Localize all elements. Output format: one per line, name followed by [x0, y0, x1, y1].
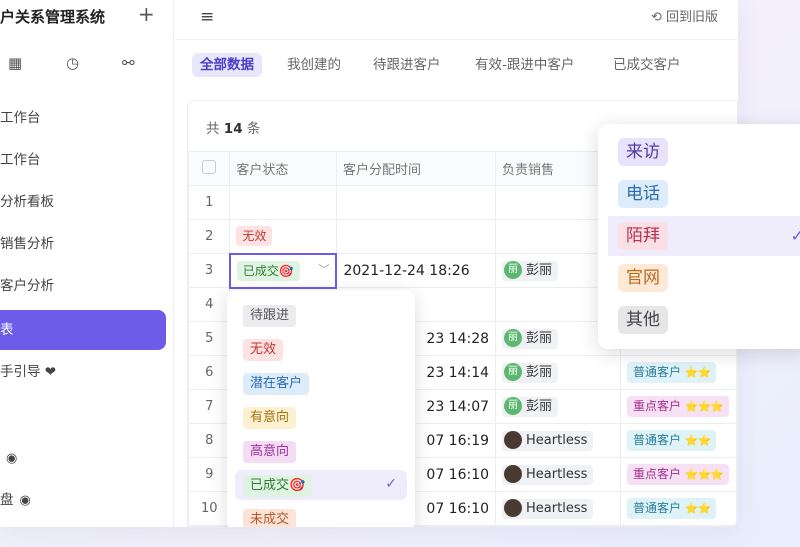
- sales-person: 丽彭丽: [502, 362, 559, 383]
- status-option[interactable]: 潜在客户: [235, 368, 407, 398]
- customer-type-badge: 普通客户 ⭐⭐: [627, 430, 717, 451]
- status-option[interactable]: 无效: [235, 334, 407, 364]
- eye-icon[interactable]: ◉: [6, 439, 17, 479]
- status-dropdown: 待跟进 无效 潜在客户 有意向 高意向 已成交🎯 ✓ 未成交: [227, 290, 415, 527]
- eye-icon[interactable]: ◉: [20, 481, 31, 521]
- status-option[interactable]: 未成交: [235, 504, 407, 527]
- sidebar-item-table[interactable]: 表: [0, 310, 166, 350]
- sidebar-item-guide[interactable]: 手引导 ❤: [0, 352, 166, 392]
- star-icon: ⭐⭐: [684, 366, 711, 379]
- source-option[interactable]: 电话: [608, 174, 800, 214]
- sidebar-item-dashboard[interactable]: 分析看板: [0, 182, 166, 222]
- status-option[interactable]: 有意向: [235, 402, 407, 432]
- avatar: 丽: [504, 329, 523, 347]
- status-badge: 已成交🎯: [236, 260, 300, 281]
- checkbox[interactable]: [202, 159, 217, 174]
- app-title: 户关系管理系统: [0, 8, 106, 26]
- sidebar-item-workbench-2[interactable]: 工作台: [0, 140, 166, 180]
- sidebar-item-sales-analysis[interactable]: 销售分析: [0, 224, 166, 264]
- star-icon: ⭐⭐⭐: [684, 400, 724, 413]
- star-icon: ⭐⭐: [684, 434, 711, 447]
- sidebar: 户关系管理系统 + ▦ ◷ ⚯ 工作台 工作台 分析看板 销售分析 客户分析 表…: [0, 0, 174, 527]
- column-header-status[interactable]: 客户状态: [229, 151, 337, 186]
- star-icon: ⭐⭐: [684, 502, 711, 515]
- chevron-down-icon[interactable]: ﹀: [318, 261, 329, 277]
- select-all-checkbox-cell[interactable]: [188, 151, 231, 186]
- sales-person: Heartless: [502, 498, 594, 519]
- sales-person: 丽彭丽: [502, 396, 559, 417]
- sales-person: Heartless: [502, 430, 594, 451]
- avatar: 丽: [504, 397, 523, 415]
- check-icon: ✓: [385, 476, 397, 492]
- back-to-old-version-button[interactable]: ⟲ 回到旧版: [651, 6, 718, 25]
- view-tabs: 全部数据 我创建的 待跟进客户 有效-跟进中客户 已成交客户: [175, 50, 738, 80]
- sidebar-item-hidden-2[interactable]: 盘 ◉: [0, 480, 166, 520]
- avatar: [504, 465, 523, 483]
- status-option[interactable]: 待跟进: [235, 300, 407, 330]
- avatar: [504, 431, 523, 449]
- sidebar-icon-bar: ▦ ◷ ⚯: [0, 54, 174, 76]
- source-option[interactable]: 官网: [608, 258, 800, 298]
- tab-created-by-me[interactable]: 我创建的: [279, 53, 349, 77]
- customer-type-badge: 重点客户 ⭐⭐⭐: [627, 464, 729, 485]
- sidebar-item-customer-analysis[interactable]: 客户分析: [0, 266, 166, 306]
- status-badge: 无效: [236, 226, 273, 247]
- tab-to-follow-up[interactable]: 待跟进客户: [365, 53, 449, 77]
- tab-valid-following[interactable]: 有效-跟进中客户: [467, 53, 582, 77]
- status-option[interactable]: 高意向: [235, 436, 407, 466]
- tab-all-data[interactable]: 全部数据: [192, 53, 262, 77]
- history-icon: ⟲: [650, 10, 662, 25]
- check-icon: ✓: [790, 226, 800, 245]
- customer-type-badge: 普通客户 ⭐⭐: [627, 362, 717, 383]
- clock-icon[interactable]: ◷: [66, 54, 79, 72]
- avatar: 丽: [504, 261, 523, 279]
- sales-person: 丽彭丽: [502, 328, 559, 349]
- record-count: 共 14 条: [206, 121, 261, 137]
- customer-type-badge: 普通客户 ⭐⭐: [627, 498, 717, 519]
- table-icon[interactable]: ▦: [8, 54, 22, 72]
- avatar: [504, 499, 523, 517]
- status-option-selected[interactable]: 已成交🎯 ✓: [235, 470, 407, 500]
- avatar: 丽: [504, 363, 523, 381]
- sales-person: Heartless: [502, 464, 594, 485]
- sidebar-item-hidden-1[interactable]: ◉: [0, 438, 166, 478]
- add-icon[interactable]: +: [138, 2, 155, 26]
- source-dropdown: 来访 电话 陌拜 ✓ 官网 其他: [598, 124, 800, 349]
- star-icon: ⭐⭐⭐: [684, 468, 724, 481]
- column-header-assign-time[interactable]: 客户分配时间: [335, 151, 497, 186]
- sales-person: 丽彭丽: [502, 260, 559, 281]
- flow-icon[interactable]: ⚯: [122, 54, 135, 72]
- top-header: ≡ ⟲ 回到旧版: [175, 0, 738, 40]
- source-option[interactable]: 来访: [608, 132, 800, 172]
- menu-icon[interactable]: ≡: [200, 7, 214, 27]
- source-option-selected[interactable]: 陌拜 ✓: [608, 216, 800, 256]
- customer-type-badge: 重点客户 ⭐⭐⭐: [627, 396, 729, 417]
- sidebar-item-workbench[interactable]: 工作台: [0, 98, 166, 138]
- status-cell-editing[interactable]: 已成交🎯 ﹀: [228, 252, 338, 289]
- tab-closed-deals[interactable]: 已成交客户: [605, 53, 689, 77]
- source-option[interactable]: 其他: [608, 300, 800, 340]
